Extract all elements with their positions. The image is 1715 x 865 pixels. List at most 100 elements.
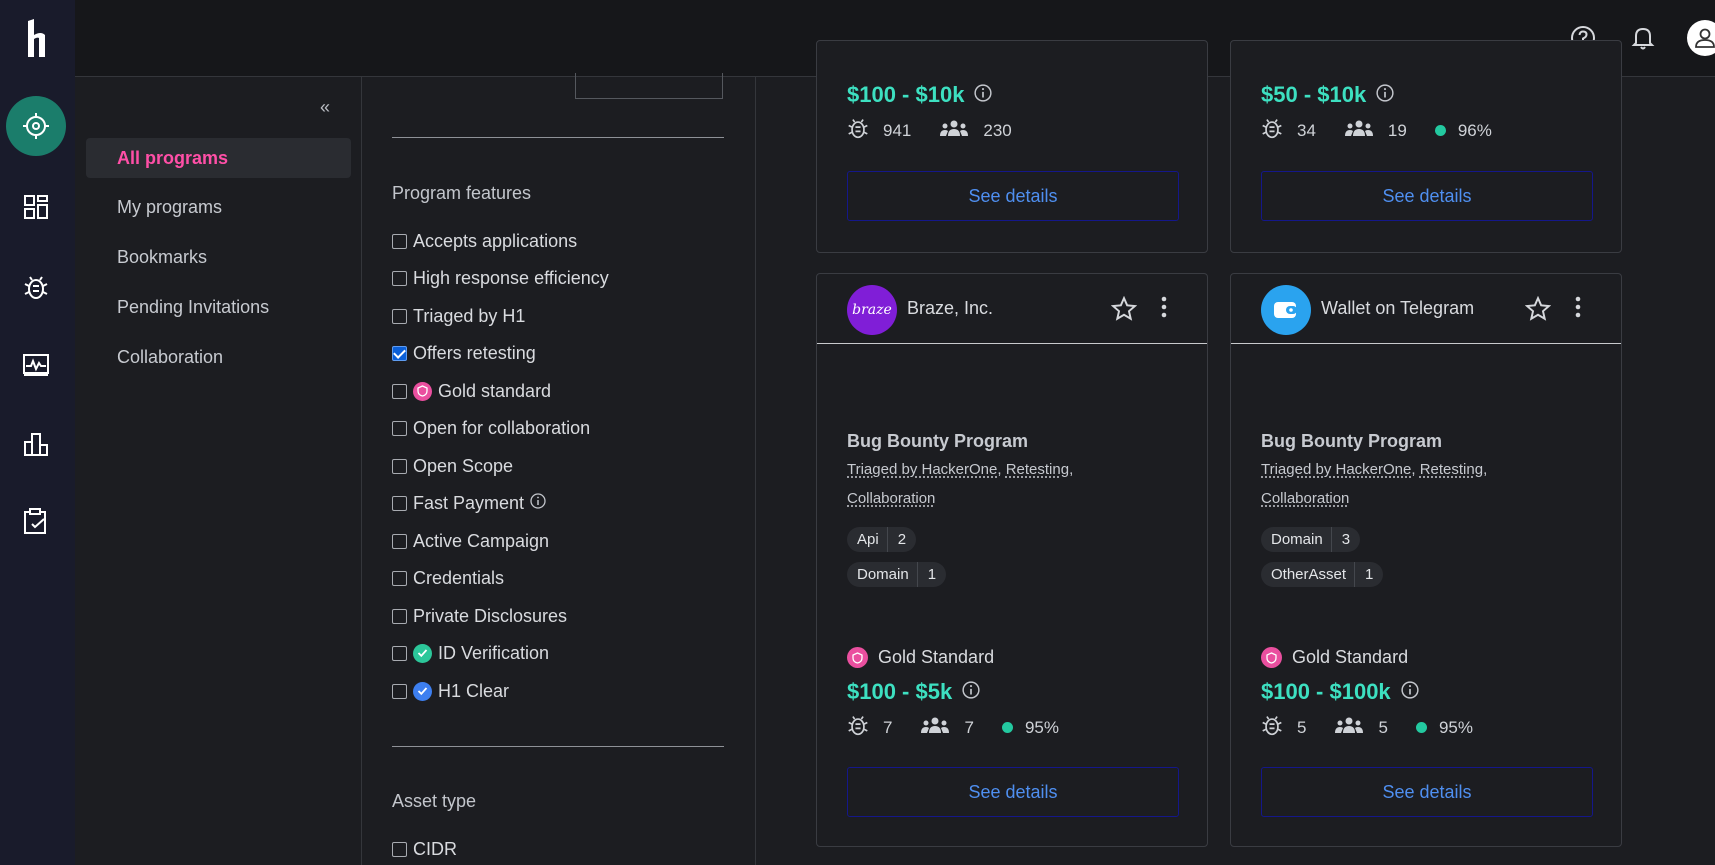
hackers-count: 230 (983, 120, 1012, 140)
dashboard-icon[interactable] (6, 177, 66, 237)
bounty-text: $100 - $10k (847, 82, 965, 107)
program-name[interactable]: Wallet on Telegram (1321, 298, 1474, 319)
gold-standard-icon (1261, 647, 1282, 668)
bookmark-star-icon[interactable] (1524, 295, 1552, 327)
checkbox[interactable] (392, 420, 407, 436)
checkbox[interactable] (392, 495, 407, 511)
more-options-icon[interactable] (1575, 296, 1581, 323)
filter-gold-standard[interactable]: Gold standard (392, 379, 551, 403)
reports-count: 941 (883, 120, 912, 140)
gold-text: Gold Standard (1292, 647, 1409, 667)
efficiency-value: 96% (1457, 120, 1492, 140)
leaderboard-icon[interactable] (6, 414, 66, 474)
clipboard-check-icon[interactable] (6, 491, 66, 551)
filter-credentials[interactable]: Credentials (392, 566, 504, 590)
reports-count: 7 (883, 717, 893, 737)
checkbox[interactable] (392, 383, 407, 399)
info-icon[interactable] (974, 82, 993, 108)
checkbox[interactable] (392, 608, 407, 624)
card-stats: 5 5 95% (1261, 714, 1501, 741)
checkbox[interactable] (392, 683, 407, 699)
asset-type-title: Asset type (392, 791, 477, 811)
target-icon[interactable] (6, 96, 66, 156)
filter-triaged-by-h1[interactable]: Triaged by H1 (392, 304, 525, 328)
filter-fast-payment[interactable]: Fast Payment (392, 491, 546, 515)
nav-collaboration[interactable]: Collaboration (86, 337, 351, 377)
chip-count: 1 (916, 562, 936, 587)
bounty-range: $100 - $100k (1261, 679, 1419, 705)
bug-icon (847, 714, 869, 741)
see-details-button[interactable]: See details (847, 171, 1179, 221)
sort-dropdown[interactable] (575, 73, 723, 99)
chip-label: OtherAsset (1271, 566, 1347, 583)
more-options-icon[interactable] (1161, 296, 1167, 323)
filter-accepts-applications[interactable]: Accepts applications (392, 229, 577, 253)
triaged-link[interactable]: Triaged by HackerOne (1261, 461, 1411, 478)
activity-icon[interactable] (6, 335, 66, 395)
chip-label: Api (857, 531, 879, 548)
filter-label: H1 Clear (438, 680, 510, 701)
retesting-link[interactable]: Retesting (1006, 461, 1069, 478)
filter-h1-clear[interactable]: H1 Clear (392, 679, 509, 703)
gold-standard-icon (413, 381, 432, 401)
filter-open-scope[interactable]: Open Scope (392, 454, 513, 478)
checkbox-checked[interactable] (392, 345, 407, 361)
asset-chip: Domain 1 (847, 562, 947, 587)
bug-icon[interactable] (6, 257, 66, 317)
info-icon[interactable] (1376, 82, 1394, 108)
program-type: Bug Bounty Program (847, 431, 1029, 451)
collaboration-link[interactable]: Collaboration (1261, 490, 1349, 507)
collapse-icon[interactable]: « (320, 97, 330, 118)
checkbox[interactable] (392, 570, 407, 586)
see-details-button[interactable]: See details (847, 767, 1179, 817)
info-icon[interactable] (962, 679, 980, 705)
checkbox[interactable] (392, 533, 407, 549)
filter-cidr[interactable]: CIDR (392, 837, 457, 861)
info-icon[interactable] (530, 492, 546, 514)
braze-logo[interactable]: braze (847, 285, 897, 335)
asset-chip: OtherAsset 1 (1261, 562, 1384, 587)
gold-standard-label: Gold Standard (847, 647, 994, 668)
retesting-link[interactable]: Retesting (1420, 461, 1483, 478)
filter-private-disclosures[interactable]: Private Disclosures (392, 604, 567, 628)
program-card: $50 - $10k 34 19 96% See details (1230, 40, 1622, 253)
asset-chip: Domain 3 (1261, 527, 1361, 552)
info-icon[interactable] (1401, 679, 1419, 705)
filter-offers-retesting[interactable]: Offers retesting (392, 341, 536, 365)
filter-id-verification[interactable]: ID Verification (392, 641, 549, 665)
bookmark-star-icon[interactable] (1110, 295, 1138, 327)
bell-icon[interactable] (1627, 22, 1659, 54)
filter-high-response-efficiency[interactable]: High response efficiency (392, 266, 609, 290)
collaboration-link[interactable]: Collaboration (847, 490, 935, 507)
nav-pending-invitations[interactable]: Pending Invitations (86, 287, 351, 327)
filter-open-for-collaboration[interactable]: Open for collaboration (392, 416, 590, 440)
program-name[interactable]: Braze, Inc. (907, 298, 993, 319)
user-avatar[interactable] (1687, 20, 1715, 56)
nav-all-programs[interactable]: All programs (86, 138, 351, 178)
chip-count: 2 (886, 527, 906, 552)
nav-bookmarks[interactable]: Bookmarks (86, 237, 351, 277)
bounty-text: $100 - $100k (1261, 679, 1391, 704)
efficiency-value: 95% (1438, 717, 1473, 737)
checkbox[interactable] (392, 233, 407, 249)
checkbox[interactable] (392, 308, 407, 324)
see-details-button[interactable]: See details (1261, 767, 1593, 817)
checkbox[interactable] (392, 270, 407, 286)
card-header: Wallet on Telegram (1231, 274, 1621, 344)
efficiency-dot (1415, 722, 1427, 733)
filter-label: ID Verification (438, 642, 550, 663)
icon-rail (0, 77, 75, 865)
checkbox[interactable] (392, 841, 407, 857)
bounty-text: $50 - $10k (1261, 82, 1367, 107)
filter-active-campaign[interactable]: Active Campaign (392, 529, 549, 553)
nav-my-programs[interactable]: My programs (86, 187, 351, 227)
bug-icon (847, 117, 869, 144)
checkbox[interactable] (392, 645, 407, 661)
see-details-button[interactable]: See details (1261, 171, 1593, 221)
filter-label: Accepts applications (413, 230, 578, 251)
hackers-icon (1334, 715, 1364, 740)
wallet-logo[interactable] (1261, 285, 1311, 335)
checkbox[interactable] (392, 458, 407, 474)
hackerone-logo[interactable] (0, 0, 75, 77)
triaged-link[interactable]: Triaged by HackerOne (847, 461, 997, 478)
